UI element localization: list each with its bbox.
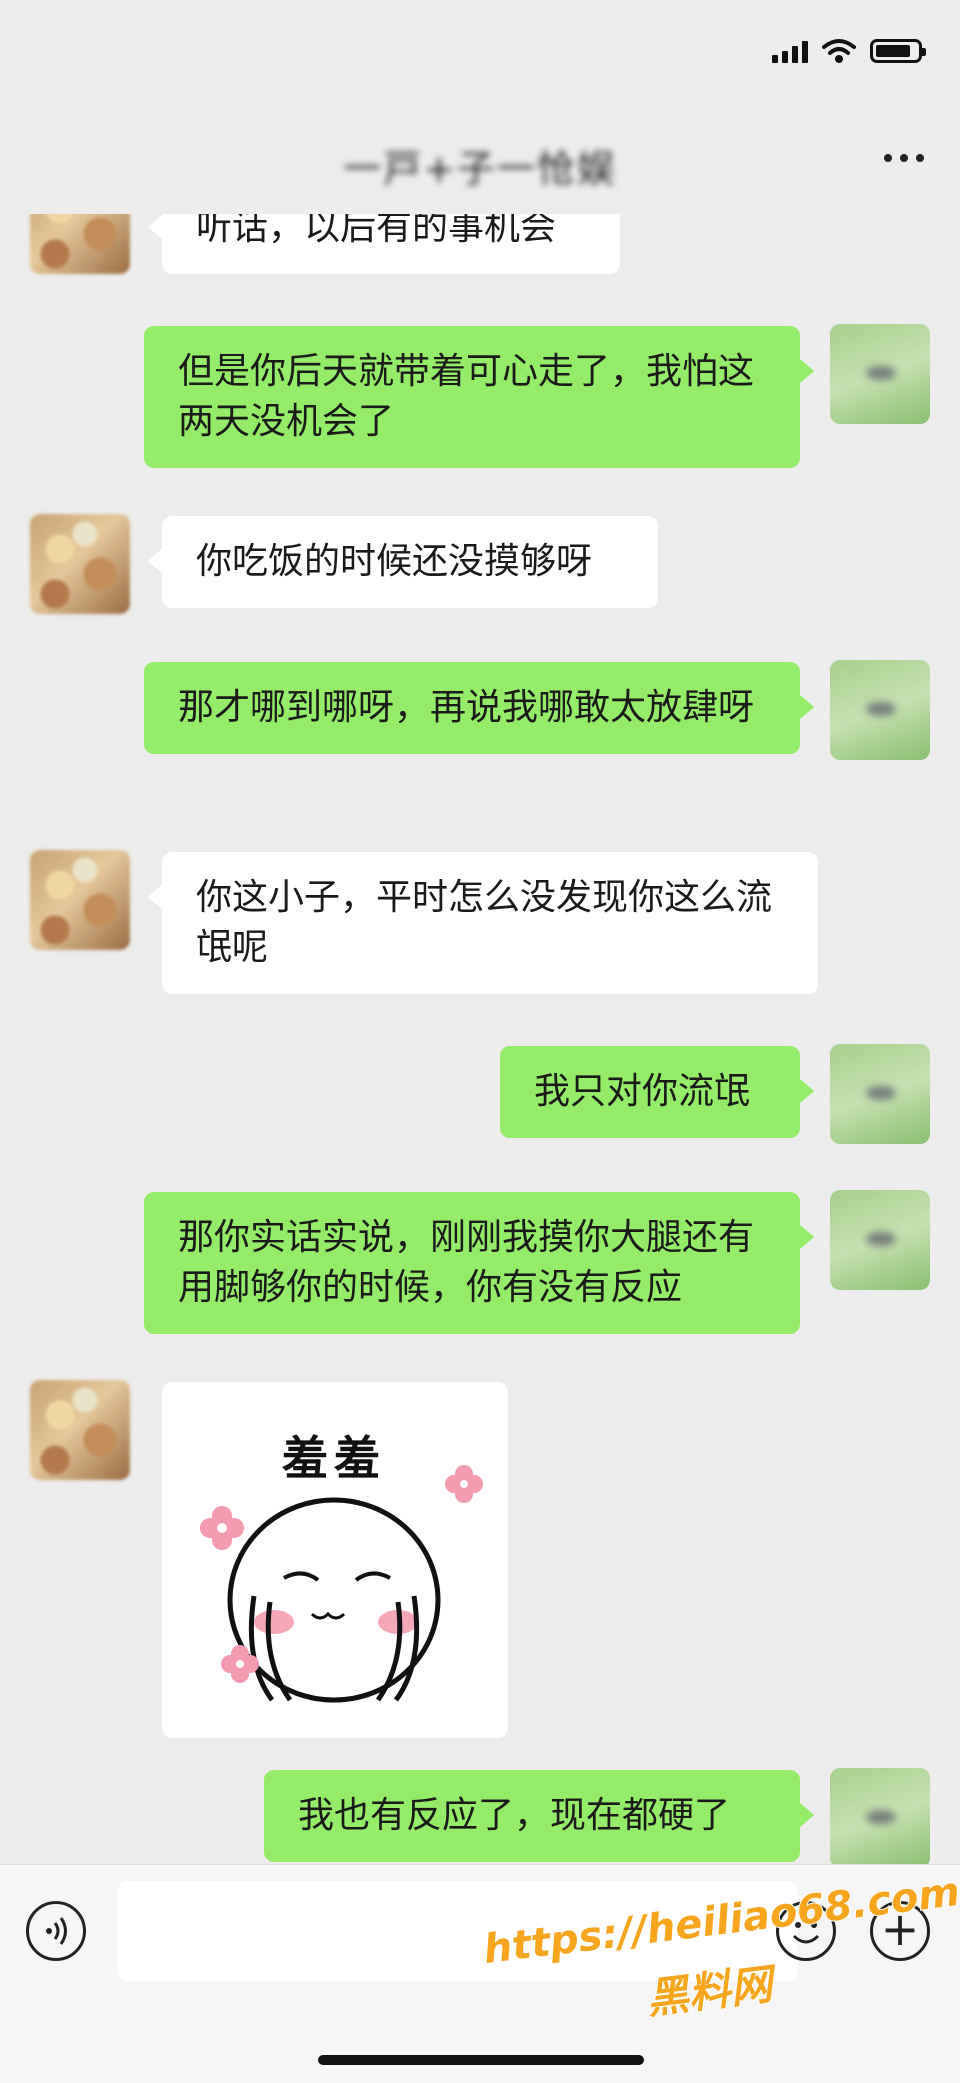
message-bubble-outgoing[interactable]: 但是你后天就带着可心走了，我怕这两天没机会了 xyxy=(144,326,814,468)
contact-avatar[interactable] xyxy=(30,214,130,274)
chat-title: 一戸+子一怆娱 xyxy=(343,147,617,191)
voice-icon[interactable] xyxy=(26,1901,86,1961)
shy-face-sticker-icon xyxy=(200,1465,483,1703)
my-avatar[interactable] xyxy=(830,1768,930,1864)
wifi-icon xyxy=(822,39,856,63)
sticker-message[interactable]: 羞羞 xyxy=(162,1382,508,1738)
my-avatar[interactable] xyxy=(830,1190,930,1290)
my-avatar[interactable] xyxy=(830,1044,930,1144)
message-bubble-incoming[interactable]: 你吃饭的时候还没摸够呀 xyxy=(148,516,658,608)
status-bar xyxy=(0,0,960,110)
nav-bar: 一戸+子一怆娱 xyxy=(0,118,960,214)
message-bubble-outgoing[interactable]: 我也有反应了，现在都硬了 xyxy=(264,1770,814,1862)
battery-icon xyxy=(870,39,926,63)
status-icons xyxy=(772,38,926,64)
contact-avatar[interactable] xyxy=(30,514,130,614)
message-bubble-outgoing[interactable]: 我只对你流氓 xyxy=(500,1046,814,1138)
message-bubble-incoming[interactable]: 听话，以后有的事机会 xyxy=(148,214,620,274)
message-bubble-outgoing[interactable]: 那才哪到哪呀，再说我哪敢太放肆呀 xyxy=(144,662,814,754)
my-avatar[interactable] xyxy=(830,660,930,760)
contact-avatar[interactable] xyxy=(30,1380,130,1480)
message-bubble-outgoing[interactable]: 那你实话实说，刚刚我摸你大腿还有用脚够你的时候，你有没有反应 xyxy=(144,1192,814,1334)
home-indicator xyxy=(318,2055,644,2065)
more-dots-icon[interactable] xyxy=(884,154,924,162)
cellular-signal-icon xyxy=(772,39,808,63)
message-bubble-incoming[interactable]: 你这小子，平时怎么没发现你这么流氓呢 xyxy=(148,852,818,994)
contact-avatar[interactable] xyxy=(30,850,130,950)
my-avatar[interactable] xyxy=(830,324,930,424)
message-list[interactable]: 听话，以后有的事机会 但是你后天就带着可心走了，我怕这两天没机会了 你吃饭的时候… xyxy=(0,214,960,1864)
